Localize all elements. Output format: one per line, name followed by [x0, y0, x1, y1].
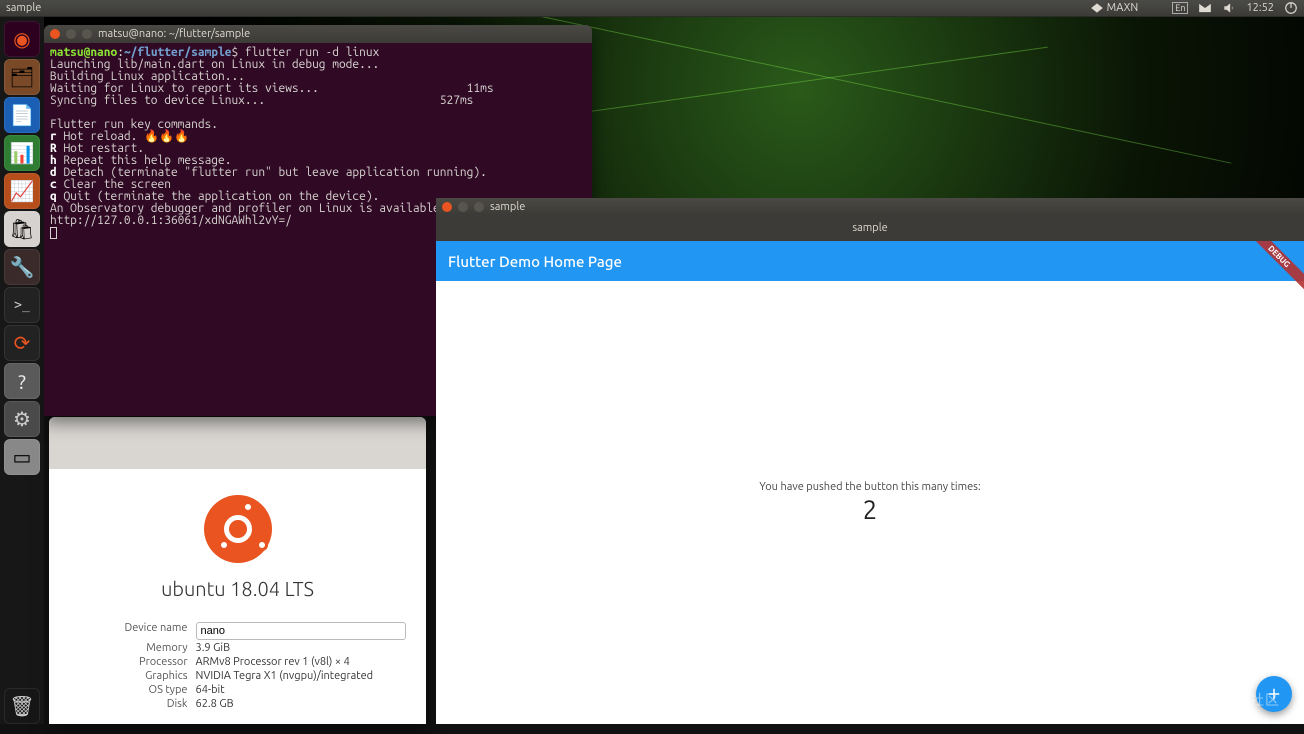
flutter-inner-titlebar[interactable]: sample: [436, 215, 1304, 241]
processor-value: ARMv8 Processor rev 1 (v8l) × 4: [196, 656, 408, 668]
launcher-terminal[interactable]: >_: [4, 287, 40, 323]
ostype-label: OS type: [68, 684, 188, 696]
device-name-label: Device name: [68, 622, 188, 640]
minimize-icon[interactable]: [458, 202, 468, 212]
launcher-help[interactable]: ?: [4, 363, 40, 399]
memory-value: 3.9 GiB: [196, 642, 408, 654]
appbar-title: Flutter Demo Home Page: [448, 253, 622, 270]
terminal-title: matsu@nano: ~/flutter/sample: [98, 28, 250, 40]
launcher-writer[interactable]: 📄: [4, 97, 40, 133]
flutter-inner-title: sample: [852, 222, 887, 234]
counter-label: You have pushed the button this many tim…: [759, 481, 980, 493]
disk-value: 62.8 GB: [196, 698, 408, 710]
graphics-label: Graphics: [68, 670, 188, 682]
unity-launcher: ◉ 🗂 📄 📊 📈 🛍 🔧 >_ ⟳ ? ⚙ ▭ 🗑: [0, 17, 44, 724]
processor-label: Processor: [68, 656, 188, 668]
volume-icon[interactable]: [1222, 1, 1236, 15]
launcher-ubuntu-dash[interactable]: ◉: [4, 21, 40, 57]
minimize-icon[interactable]: [66, 29, 76, 39]
memory-label: Memory: [68, 642, 188, 654]
power-icon[interactable]: [1284, 1, 1298, 15]
terminal-cursor: [50, 227, 57, 239]
disk-label: Disk: [68, 698, 188, 710]
launcher-impress[interactable]: 📈: [4, 173, 40, 209]
top-panel: sample MAXN En 12:52: [0, 0, 1304, 17]
settings-about-window[interactable]: ubuntu 18.04 LTS Device name Memory 3.9 …: [49, 417, 426, 724]
flutter-body: You have pushed the button this many tim…: [436, 281, 1304, 724]
mail-icon[interactable]: [1198, 1, 1212, 15]
launcher-settings-red[interactable]: 🔧: [4, 249, 40, 285]
launcher-disk[interactable]: ▭: [4, 439, 40, 475]
active-app-title: sample: [6, 2, 41, 14]
network-icon[interactable]: [1148, 1, 1162, 15]
clock[interactable]: 12:52: [1246, 2, 1274, 14]
counter-value: 2: [863, 495, 878, 524]
launcher-software[interactable]: 🛍: [4, 211, 40, 247]
close-icon[interactable]: [50, 29, 60, 39]
graphics-value: NVIDIA Tegra X1 (nvgpu)/integrated: [196, 670, 408, 682]
launcher-calc[interactable]: 📊: [4, 135, 40, 171]
launcher-updater[interactable]: ⟳: [4, 325, 40, 361]
maximize-icon[interactable]: [82, 29, 92, 39]
lang-indicator[interactable]: En: [1172, 2, 1188, 14]
nvidia-indicator[interactable]: MAXN: [1090, 1, 1138, 15]
terminal-titlebar[interactable]: matsu@nano: ~/flutter/sample: [44, 25, 592, 43]
settings-header: [49, 417, 426, 469]
ubuntu-logo-icon: [204, 495, 272, 563]
ostype-value: 64-bit: [196, 684, 408, 696]
launcher-system-settings[interactable]: ⚙: [4, 401, 40, 437]
launcher-trash[interactable]: 🗑: [4, 688, 40, 724]
flutter-outer-titlebar-wrap: sample: [436, 198, 1304, 215]
flutter-appbar: Flutter Demo Home Page DEBUG: [436, 241, 1304, 281]
maximize-icon[interactable]: [474, 202, 484, 212]
settings-body: ubuntu 18.04 LTS Device name Memory 3.9 …: [49, 469, 426, 724]
flutter-app-window[interactable]: sample Flutter Demo Home Page DEBUG You …: [436, 215, 1304, 724]
flutter-outer-titlebar[interactable]: sample: [436, 198, 1304, 215]
watermark: @稀土掘金技术社区: [1146, 690, 1280, 710]
os-name: ubuntu 18.04 LTS: [161, 577, 314, 600]
close-icon[interactable]: [442, 202, 452, 212]
device-name-input[interactable]: [196, 622, 406, 640]
launcher-files[interactable]: 🗂: [4, 59, 40, 95]
flutter-outer-title: sample: [490, 201, 525, 213]
